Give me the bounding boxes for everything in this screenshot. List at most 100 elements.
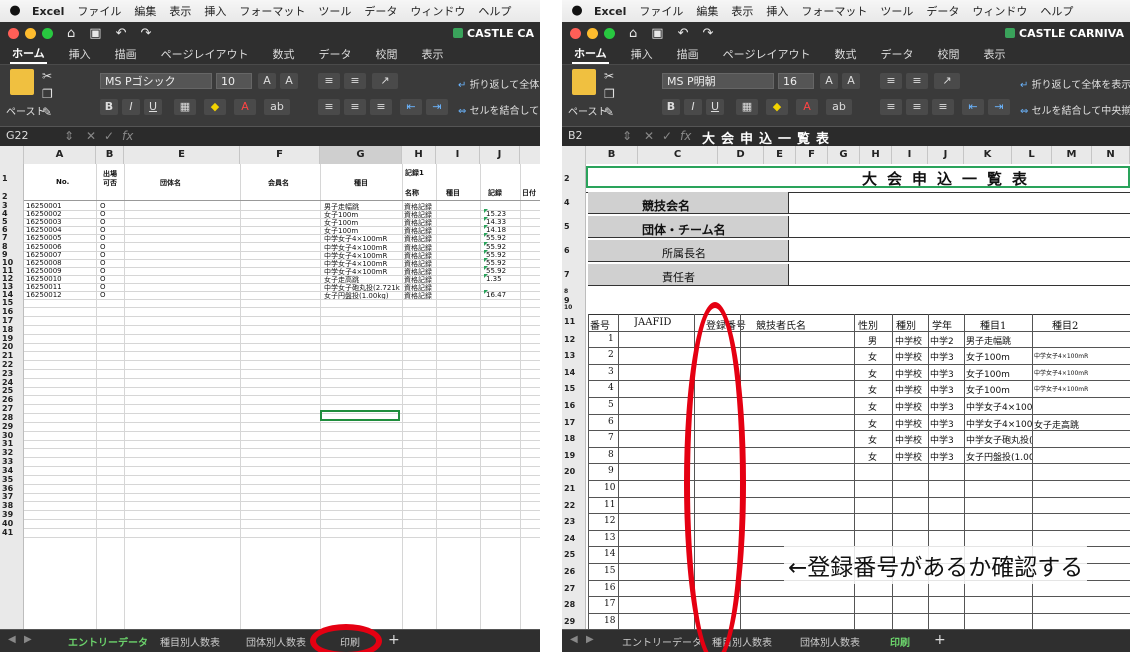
column-header-h[interactable]: H (860, 146, 892, 164)
row-number[interactable]: 17 (0, 316, 24, 325)
column-header-b[interactable]: B (96, 146, 124, 164)
close-window-button[interactable] (8, 27, 19, 39)
save-icon[interactable]: ▣ (89, 26, 101, 41)
function-icon[interactable]: fx (122, 129, 133, 143)
paste-icon[interactable] (572, 69, 596, 95)
column-header-j[interactable]: J (928, 146, 964, 164)
tab-view[interactable]: 表示 (419, 45, 445, 63)
row-number[interactable]: 24 (562, 534, 586, 543)
cut-icon[interactable]: ✂ (604, 69, 614, 83)
menu-view[interactable]: 表示 (169, 3, 191, 19)
row-number[interactable]: 20 (0, 342, 24, 351)
paste-label[interactable]: ペースト (568, 103, 608, 118)
row-number[interactable]: 20 (562, 467, 586, 476)
font-color-icon[interactable]: A (796, 99, 818, 115)
row-number[interactable]: 14 (562, 368, 586, 377)
tab-formulas[interactable]: 数式 (270, 45, 296, 63)
next-sheet-icon[interactable]: ▶ (586, 634, 594, 645)
row-number[interactable]: 23 (562, 517, 586, 526)
row-number[interactable]: 7 (562, 270, 586, 279)
column-header-l[interactable]: L (1012, 146, 1052, 164)
menu-excel[interactable]: Excel (594, 5, 626, 18)
row-number[interactable]: 22 (562, 501, 586, 510)
increase-font-icon[interactable]: A (820, 73, 838, 89)
column-header-g[interactable]: G (320, 146, 402, 164)
column-header-b[interactable]: B (586, 146, 638, 164)
next-sheet-icon[interactable]: ▶ (24, 634, 32, 645)
form-input-cell[interactable] (788, 264, 1130, 286)
row-number[interactable]: 1 (0, 174, 24, 183)
row-number[interactable]: 40 (0, 519, 24, 528)
decrease-indent-icon[interactable]: ⇤ (400, 99, 422, 115)
select-all-corner[interactable] (562, 146, 586, 164)
name-box-stepper-icon[interactable]: ⇕ (64, 129, 74, 143)
sheet-tab-group-counts[interactable]: 団体別人数表 (246, 634, 306, 649)
font-name-select[interactable]: MS Pゴシック (100, 73, 212, 89)
phonetic-icon[interactable]: ab (264, 99, 290, 115)
column-header-d[interactable]: D (718, 146, 764, 164)
italic-icon[interactable]: I (684, 99, 702, 115)
menu-data[interactable]: データ (364, 3, 397, 19)
menu-help[interactable]: ヘルプ (478, 3, 511, 19)
orientation-icon[interactable]: ↗ (372, 73, 398, 89)
spreadsheet-grid[interactable]: 1 2 No. 出場 可否 団体名 会員名 種目 記録1 名称 種目 記録 日付… (0, 164, 540, 630)
tab-page-layout[interactable]: ページレイアウト (159, 45, 251, 63)
menu-excel[interactable]: Excel (32, 5, 64, 18)
tab-review[interactable]: 校閲 (373, 45, 399, 63)
row-number[interactable]: 25 (0, 386, 24, 395)
italic-icon[interactable]: I (122, 99, 140, 115)
column-header-k[interactable]: K (964, 146, 1012, 164)
row-number[interactable]: 36 (0, 484, 24, 493)
sheet-tab-group-counts[interactable]: 団体別人数表 (800, 634, 860, 649)
name-box[interactable]: B2 (568, 129, 583, 142)
column-header-f[interactable]: F (240, 146, 320, 164)
select-all-corner[interactable] (0, 146, 24, 164)
underline-icon[interactable]: U (144, 99, 162, 115)
form-input-cell[interactable] (788, 216, 1130, 238)
column-header-e[interactable]: E (764, 146, 796, 164)
menu-window[interactable]: ウィンドウ (972, 3, 1027, 19)
borders-icon[interactable]: ▦ (174, 99, 196, 115)
align-top-icon[interactable]: ≡ (880, 73, 902, 89)
row-number[interactable]: 18 (0, 325, 24, 334)
align-left-icon[interactable]: ≡ (318, 99, 340, 115)
decrease-indent-icon[interactable]: ⇤ (962, 99, 984, 115)
underline-icon[interactable]: U (706, 99, 724, 115)
wrap-text-button[interactable]: ↵ 折り返して全体を表示する (1020, 76, 1130, 91)
align-right-icon[interactable]: ≡ (932, 99, 954, 115)
column-header-j[interactable]: J (480, 146, 520, 164)
column-header-m[interactable]: M (1052, 146, 1092, 164)
paste-label[interactable]: ペースト (6, 103, 46, 118)
menu-tools[interactable]: ツール (318, 3, 351, 19)
row-number[interactable]: 35 (0, 475, 24, 484)
tab-view[interactable]: 表示 (981, 45, 1007, 63)
row-number[interactable]: 32 (0, 448, 24, 457)
align-right-icon[interactable]: ≡ (370, 99, 392, 115)
column-header-n[interactable]: N (1092, 146, 1130, 164)
cut-icon[interactable]: ✂ (42, 69, 52, 83)
column-header-g[interactable]: G (828, 146, 860, 164)
row-number[interactable]: 2 (0, 192, 24, 201)
menu-view[interactable]: 表示 (731, 3, 753, 19)
column-header-f[interactable]: F (796, 146, 828, 164)
row-number[interactable]: 30 (0, 431, 24, 440)
row-number[interactable]: 27 (562, 584, 586, 593)
sheet-tab-event-counts[interactable]: 種目別人数表 (160, 634, 220, 649)
close-window-button[interactable] (570, 27, 581, 39)
row-number[interactable]: 6 (562, 246, 586, 255)
prev-sheet-icon[interactable]: ◀ (8, 634, 16, 645)
orientation-icon[interactable]: ↗ (934, 73, 960, 89)
row-number[interactable]: 29 (0, 422, 24, 431)
column-header-h[interactable]: H (402, 146, 436, 164)
merge-center-button[interactable]: ⇔ セルを結合して中央揃え (1020, 102, 1130, 117)
copy-icon[interactable]: ❐ (604, 87, 615, 101)
increase-indent-icon[interactable]: ⇥ (988, 99, 1010, 115)
tab-home[interactable]: ホーム (10, 44, 47, 64)
menu-insert[interactable]: 挿入 (766, 3, 788, 19)
row-number[interactable]: 23 (0, 369, 24, 378)
form-input-cell[interactable] (788, 240, 1130, 262)
column-header-i[interactable]: I (436, 146, 480, 164)
row-number[interactable]: 37 (0, 492, 24, 501)
tab-data[interactable]: データ (316, 45, 353, 63)
minimize-window-button[interactable] (587, 27, 598, 39)
